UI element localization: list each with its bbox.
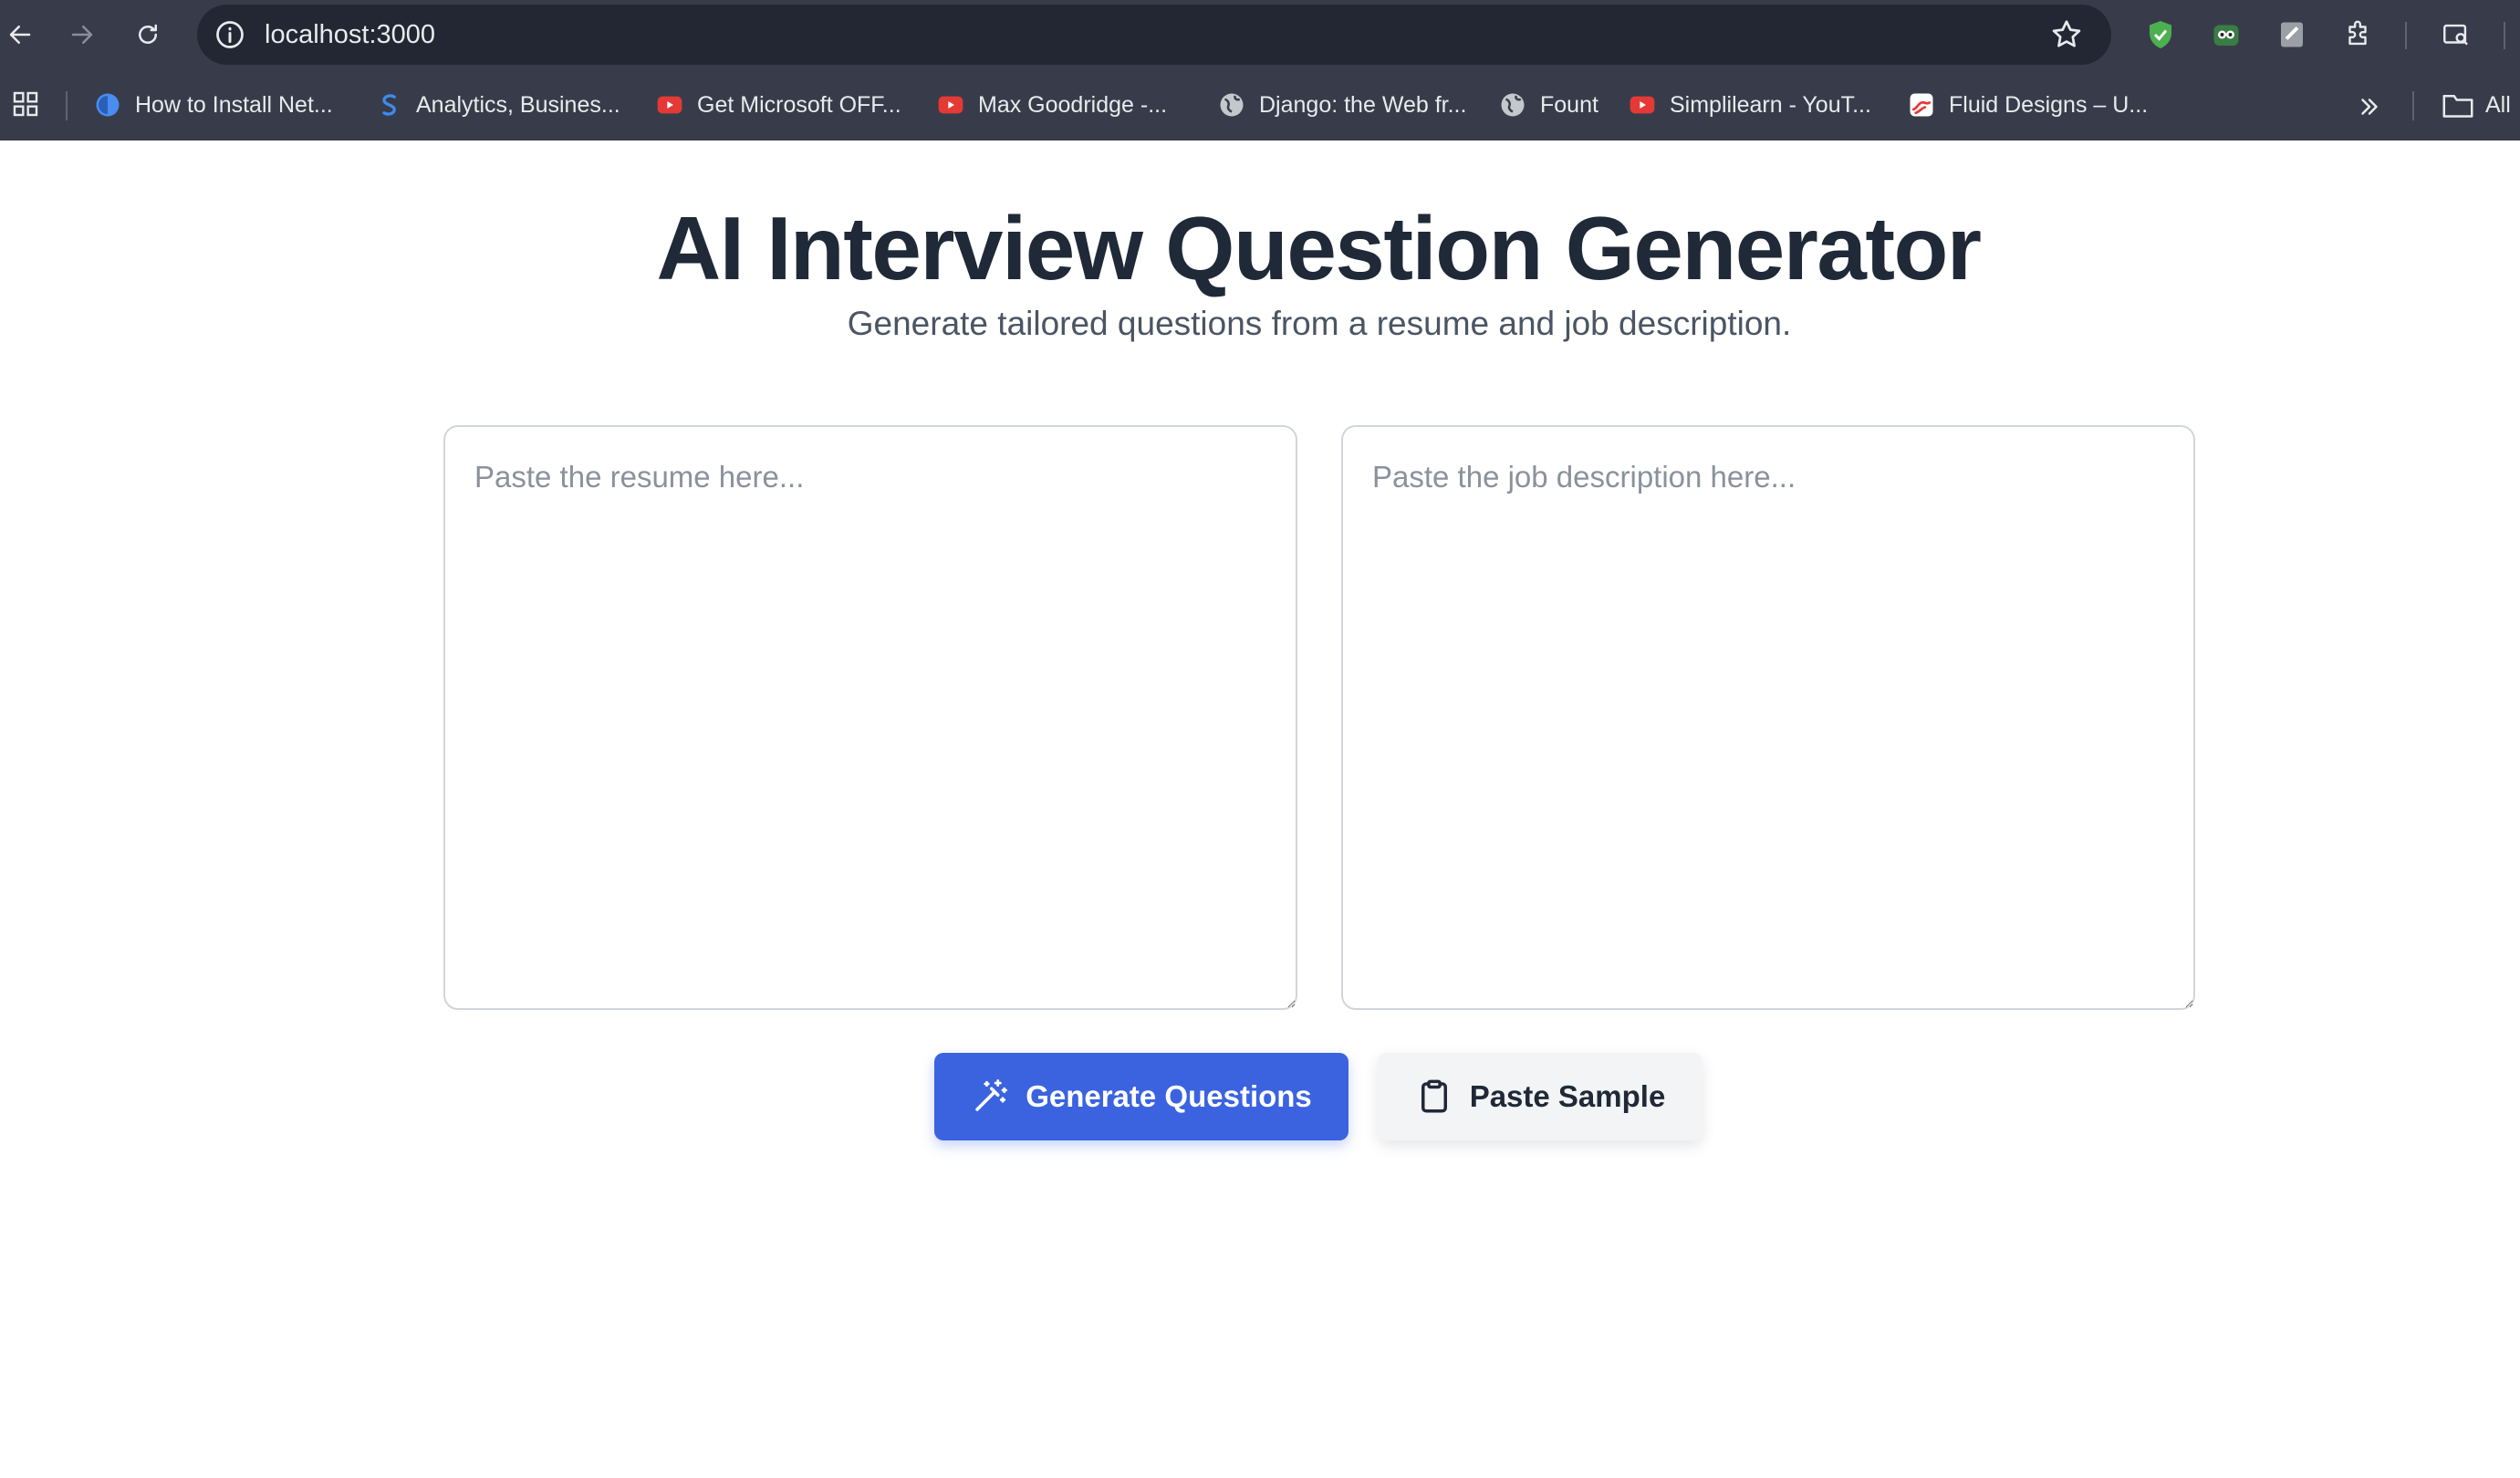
back-arrow-icon bbox=[9, 26, 31, 44]
bookmark-item[interactable]: Get Microsoft OFF... bbox=[655, 84, 901, 126]
bookmark-item[interactable]: Simplilearn - YouT... bbox=[1628, 84, 1871, 126]
youtube-icon bbox=[936, 90, 965, 120]
paste-sample-label: Paste Sample bbox=[1469, 1079, 1666, 1113]
bookmark-item[interactable]: Django: the Web fr... bbox=[1217, 84, 1466, 126]
page-subtitle: Generate tailored questions from a resum… bbox=[847, 305, 1792, 342]
forward-arrow-icon bbox=[71, 26, 93, 44]
bookmark-star-icon[interactable] bbox=[2049, 17, 2084, 52]
more-bookmarks-chevron-icon[interactable] bbox=[2356, 93, 2383, 120]
notes-extension-icon[interactable] bbox=[2274, 16, 2310, 53]
owl-extension-icon[interactable] bbox=[2208, 16, 2244, 53]
page-title: AI Interview Question Generator bbox=[656, 198, 1982, 298]
bookmark-item[interactable]: Analytics, Busines... bbox=[374, 84, 620, 126]
apps-grid-icon[interactable] bbox=[11, 89, 40, 119]
browser-toolbar: localhost:3000 bbox=[0, 0, 2520, 69]
blue-circle-favicon-icon bbox=[93, 90, 122, 120]
bookmarks-divider bbox=[2412, 91, 2414, 120]
bookmark-label: Max Goodridge -... bbox=[978, 91, 1168, 118]
fluid-designs-favicon-icon bbox=[1907, 90, 1936, 120]
shield-extension-icon[interactable] bbox=[2142, 16, 2179, 53]
youtube-icon bbox=[655, 90, 684, 120]
bookmark-label: Get Microsoft OFF... bbox=[697, 91, 901, 118]
bookmark-label: How to Install Net... bbox=[135, 91, 333, 118]
bookmark-item[interactable]: How to Install Net... bbox=[93, 84, 333, 126]
app-page: AI Interview Question Generator Generate… bbox=[0, 141, 2520, 1478]
all-bookmarks-button[interactable]: All bbox=[2442, 84, 2511, 126]
youtube-icon bbox=[1628, 90, 1657, 120]
bookmark-label: Simplilearn - YouT... bbox=[1670, 91, 1871, 118]
toolbar-divider bbox=[2405, 22, 2407, 49]
site-info-icon[interactable] bbox=[213, 18, 246, 51]
bookmarks-divider bbox=[66, 91, 68, 120]
globe-icon bbox=[1498, 90, 1527, 120]
bookmark-label: Django: the Web fr... bbox=[1259, 91, 1467, 118]
generate-questions-button[interactable]: Generate Questions bbox=[934, 1053, 1349, 1140]
clipboard-icon bbox=[1415, 1077, 1453, 1116]
resume-textarea[interactable] bbox=[443, 425, 1297, 1010]
url-text: localhost:3000 bbox=[265, 20, 436, 49]
magic-wand-icon bbox=[971, 1077, 1009, 1116]
bookmark-label: Fount bbox=[1540, 91, 1598, 118]
paste-sample-button[interactable]: Paste Sample bbox=[1378, 1053, 1703, 1140]
globe-icon bbox=[1217, 90, 1246, 120]
address-bar[interactable]: localhost:3000 bbox=[197, 5, 2111, 65]
bookmark-label: Analytics, Busines... bbox=[416, 91, 620, 118]
bookmark-item[interactable]: Max Goodridge -... bbox=[936, 84, 1167, 126]
bookmark-item[interactable]: Fount bbox=[1498, 84, 1598, 126]
generate-questions-label: Generate Questions bbox=[1026, 1079, 1312, 1113]
tab-search-icon[interactable] bbox=[2438, 16, 2474, 53]
bookmarks-bar: How to Install Net... Analytics, Busines… bbox=[0, 69, 2520, 141]
job-description-textarea[interactable] bbox=[1341, 425, 2195, 1010]
reload-icon bbox=[139, 24, 157, 44]
toolbar-divider bbox=[2504, 22, 2505, 49]
extensions-puzzle-icon[interactable] bbox=[2339, 16, 2376, 53]
reload-button[interactable] bbox=[128, 15, 168, 55]
bookmark-item[interactable]: Fluid Designs – U... bbox=[1907, 84, 2148, 126]
forward-button[interactable] bbox=[62, 15, 102, 55]
bookmark-label: Fluid Designs – U... bbox=[1949, 91, 2149, 118]
s-logo-favicon-icon bbox=[374, 90, 403, 120]
back-button[interactable] bbox=[0, 15, 40, 55]
folder-icon bbox=[2442, 95, 2473, 118]
all-bookmarks-label: All bbox=[2485, 91, 2511, 118]
